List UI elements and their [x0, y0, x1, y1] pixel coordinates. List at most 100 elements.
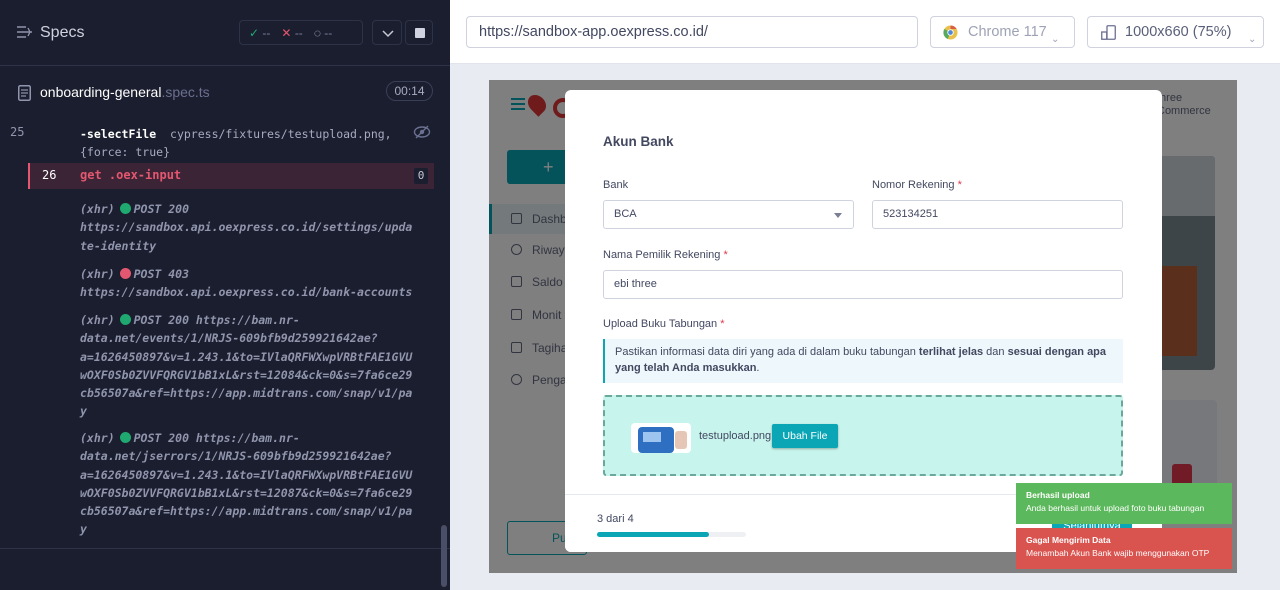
xhr-method: POST 200 [133, 202, 190, 216]
account-number-input[interactable]: 523134251 [872, 200, 1123, 229]
uploaded-thumbnail [631, 423, 691, 453]
check-icon: ✓ [249, 25, 260, 40]
viewport-size: 1000x660 [1125, 24, 1189, 40]
app-under-test: threeCommerce + Dashb Riway Saldo Monit … [489, 80, 1237, 573]
viewport-icon [1101, 25, 1116, 40]
chevron-down-icon: ⌄ [1248, 34, 1257, 45]
failed-stat: ✕ -- [281, 26, 302, 40]
xhr-row-4[interactable]: (xhr) POST 200 https://bam.nr- data.net/j… [30, 429, 434, 539]
account-number-label-text: Nomor Rekening [872, 179, 955, 191]
xhr-method: POST 200 https://bam.nr- [133, 431, 300, 445]
bank-label: Bank [603, 179, 629, 191]
account-owner-label: Nama Pemilik Rekening * [603, 249, 728, 261]
xhr-label: (xhr) [80, 431, 115, 445]
command-arg: cypress/fixtures/testupload.png, [170, 127, 392, 141]
passed-stat: ✓ -- [249, 26, 270, 40]
reporter-panel: Specs ✓ -- ✕ -- ◌ -- onboarding-general.… [0, 0, 450, 590]
failed-count: -- [294, 25, 303, 40]
run-stats: ✓ -- ✕ -- ◌ -- [239, 20, 363, 45]
caret-down-icon [834, 213, 842, 218]
command-row-selectfile[interactable]: -selectFile cypress/fixtures/testupload.… [30, 125, 434, 161]
xhr-url-cont: te-identity [80, 238, 157, 253]
passed-count: -- [262, 25, 271, 40]
bank-value: BCA [614, 208, 637, 220]
xhr-row-2[interactable]: (xhr) POST 403 https://sandbox.api.oexpre… [30, 265, 434, 302]
xhr-url-cont: a=1626450897&v=1.243.1&to=IVlaQRFWXwpVRB… [80, 349, 413, 364]
xhr-label: (xhr) [80, 267, 115, 281]
xhr-label: (xhr) [80, 313, 115, 327]
url-bar[interactable]: https://sandbox-app.oexpress.co.id/ [466, 16, 918, 48]
notice-text: Pastikan informasi data diri yang ada di… [615, 346, 919, 358]
collapse-button[interactable] [372, 20, 402, 45]
xhr-url-cont: wOXF0Sb0ZVVFQRGV1bB1xL&rst=12084&ck=0&s=… [80, 367, 413, 382]
toast-message: Menambah Akun Bank wajib menggunakan OTP [1026, 548, 1210, 558]
command-arg-options: {force: true} [80, 145, 171, 159]
xhr-method: POST 200 https://bam.nr- [133, 313, 300, 327]
specs-header: Specs ✓ -- ✕ -- ◌ -- [0, 0, 450, 66]
upload-label: Upload Buku Tabungan * [603, 318, 725, 330]
status-success-dot [119, 314, 131, 325]
xhr-url-cont: y [80, 404, 87, 419]
upload-label-text: Upload Buku Tabungan [603, 318, 718, 330]
change-file-button[interactable]: Ubah File [772, 424, 838, 448]
chevron-down-icon [382, 30, 394, 38]
uploaded-file-name: testupload.png [699, 430, 772, 442]
bank-select[interactable]: BCA [603, 200, 854, 229]
xhr-row-3[interactable]: (xhr) POST 200 https://bam.nr- data.net/e… [30, 311, 434, 421]
runner-panel: https://sandbox-app.oexpress.co.id/ Chro… [450, 0, 1280, 590]
spec-file-name: onboarding-general.spec.ts [40, 84, 210, 100]
browser-selector[interactable]: Chrome 117 ⌄ [930, 16, 1075, 48]
required-mark: * [720, 318, 725, 330]
spec-file-basename: onboarding-general [40, 84, 162, 100]
specs-list-icon[interactable] [17, 25, 32, 39]
modal-title: Akun Bank [603, 134, 674, 149]
status-success-dot [119, 432, 131, 443]
specs-title[interactable]: Specs [40, 24, 84, 42]
viewport-selector[interactable]: 1000x660 (75%) ⌄ [1087, 16, 1264, 48]
xhr-url-cont: cb56507a&ref=https://app.midtrans.com/sn… [80, 504, 413, 519]
xhr-url-cont: cb56507a&ref=https://app.midtrans.com/sn… [80, 386, 413, 401]
line-number: 26 [42, 168, 57, 182]
xhr-url-cont: y [80, 522, 87, 537]
status-error-dot [119, 268, 131, 279]
pending-count: -- [324, 25, 333, 40]
command-row-get-active[interactable]: 26 get .oex-input 0 [28, 163, 434, 189]
xhr-row-1[interactable]: (xhr) POST 200 https://sandbox.api.oexpre… [30, 200, 434, 255]
step-indicator: 3 dari 4 [597, 513, 634, 525]
eye-slash-icon[interactable] [413, 124, 431, 140]
upload-dropzone[interactable]: testupload.png Ubah File [603, 395, 1123, 476]
line-number: 25 [10, 125, 25, 139]
element-count-badge: 0 [414, 168, 428, 184]
run-duration: 00:14 [386, 81, 433, 101]
xhr-url: data.net/jserrors/1/NRJS-609bfb9d2599216… [80, 449, 392, 464]
chrome-icon [943, 25, 958, 40]
notice-text: . [756, 362, 760, 374]
scrollbar-thumb[interactable] [441, 525, 447, 587]
viewport-zoom: (75%) [1192, 24, 1232, 40]
notice-text: dan [983, 346, 1008, 358]
xhr-url: https://sandbox.api.oexpress.co.id/bank-… [80, 285, 413, 300]
divider [0, 548, 450, 549]
xhr-url-cont: a=1626450897&v=1.243.1&to=IVlaQRFWXwpVRB… [80, 467, 413, 482]
step-progress-bar [597, 532, 746, 537]
account-owner-input[interactable]: ebi three [603, 270, 1123, 299]
spec-file-ext: .spec.ts [161, 84, 210, 100]
step-progress-fill [597, 532, 709, 537]
toast-message: Anda berhasil untuk upload foto buku tab… [1026, 503, 1205, 513]
xhr-url: data.net/events/1/NRJS-609bfb9d259921642… [80, 331, 378, 346]
stop-button[interactable] [405, 20, 433, 45]
status-success-dot [119, 203, 131, 214]
toast-success[interactable]: Berhasil upload Anda berhasil untuk uplo… [1016, 483, 1232, 524]
xhr-method: POST 403 [133, 267, 190, 281]
xhr-url-cont: wOXF0Sb0ZVVFQRGV1bB1xL&rst=12087&ck=0&s=… [80, 485, 413, 500]
account-number-label: Nomor Rekening * [872, 179, 962, 191]
notice-emphasis: terlihat jelas [918, 346, 984, 358]
toast-title: Gagal Mengirim Data [1026, 535, 1111, 545]
chevron-down-icon: ⌄ [1051, 34, 1060, 45]
toast-title: Berhasil upload [1026, 490, 1090, 500]
command-name: get .oex-input [80, 168, 182, 182]
browser-label: Chrome 117 [968, 24, 1047, 40]
spec-file-row[interactable]: onboarding-general.spec.ts 00:14 [0, 75, 450, 109]
toast-error[interactable]: Gagal Mengirim Data Menambah Akun Bank w… [1016, 528, 1232, 569]
x-icon: ✕ [281, 25, 292, 40]
